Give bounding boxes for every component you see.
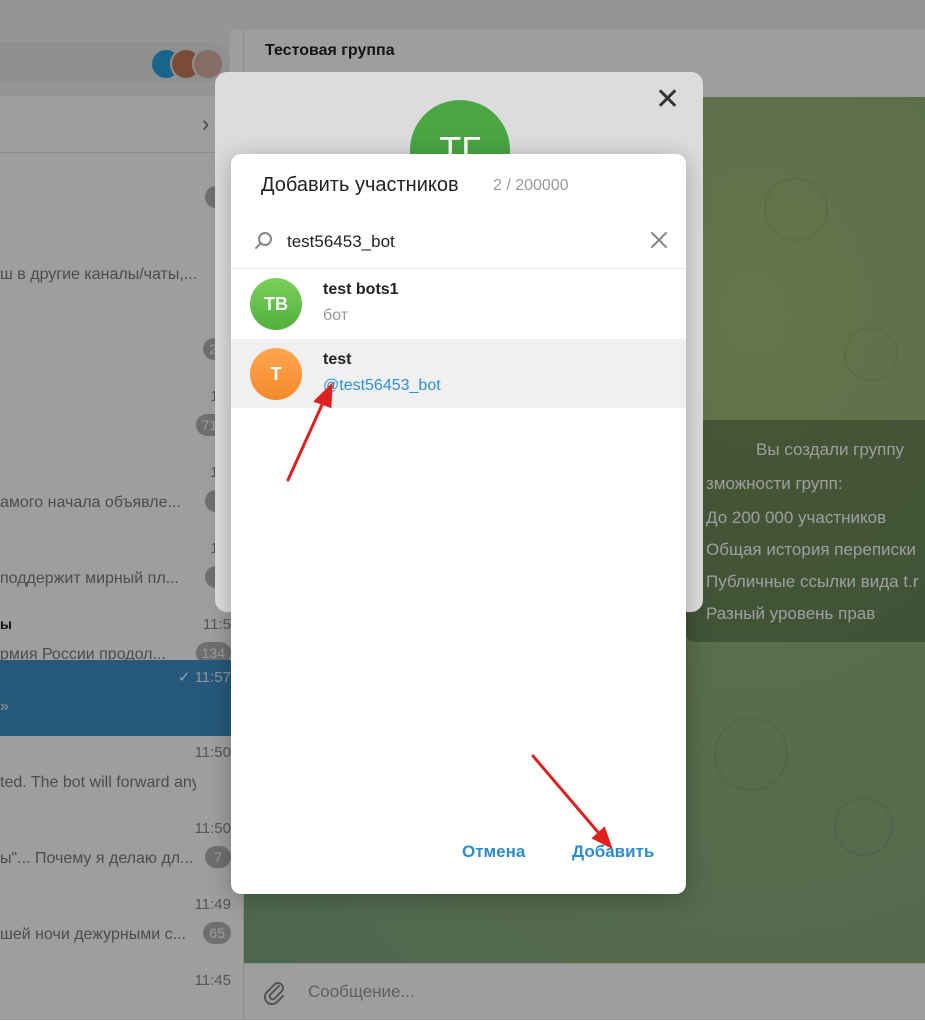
search-input[interactable] [287, 228, 617, 256]
result-name: test [323, 351, 352, 368]
clear-icon[interactable] [647, 228, 671, 252]
search-result-item[interactable]: TB test bots1 бот [231, 269, 686, 338]
avatar: TB [250, 278, 302, 330]
result-status: бот [323, 307, 349, 324]
add-members-dialog: Добавить участников 2 / 200000 TB test b… [231, 154, 686, 894]
dialog-title: Добавить участников [261, 174, 459, 196]
avatar: T [250, 348, 302, 400]
search-result-item[interactable]: T test @test56453_bot [231, 339, 686, 408]
search-icon [255, 232, 272, 249]
cancel-button[interactable]: Отмена [462, 842, 525, 862]
add-button[interactable]: Добавить [572, 842, 654, 862]
close-icon[interactable]: ✕ [655, 85, 680, 115]
member-count: 2 / 200000 [493, 177, 569, 194]
result-username: @test56453_bot [323, 377, 441, 394]
result-name: test bots1 [323, 281, 399, 298]
